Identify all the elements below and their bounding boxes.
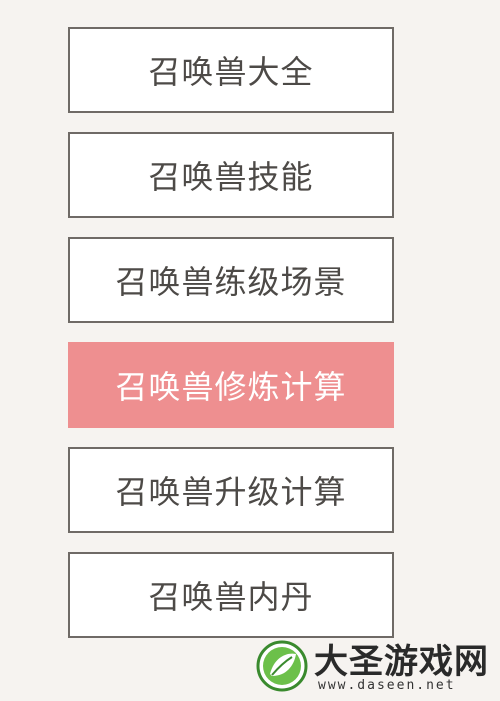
green-leaf-logo-icon	[256, 640, 308, 692]
watermark-url: www.daseen.net	[318, 678, 456, 693]
summon-beast-menu: 召唤兽大全 召唤兽技能 召唤兽练级场景 召唤兽修炼计算 召唤兽升级计算 召唤兽内…	[68, 27, 394, 657]
menu-item-summon-beast-leveling-areas[interactable]: 召唤兽练级场景	[68, 237, 394, 323]
menu-item-summon-beast-upgrade-calculator[interactable]: 召唤兽升级计算	[68, 447, 394, 533]
menu-item-summon-beast-skills[interactable]: 召唤兽技能	[68, 132, 394, 218]
site-watermark: 大圣游戏网 www.daseen.net	[252, 632, 492, 694]
menu-item-summon-beast-encyclopedia[interactable]: 召唤兽大全	[68, 27, 394, 113]
menu-item-summon-beast-inner-core[interactable]: 召唤兽内丹	[68, 552, 394, 638]
watermark-title: 大圣游戏网	[314, 642, 489, 682]
menu-item-summon-beast-cultivation-calculator[interactable]: 召唤兽修炼计算	[68, 342, 394, 428]
